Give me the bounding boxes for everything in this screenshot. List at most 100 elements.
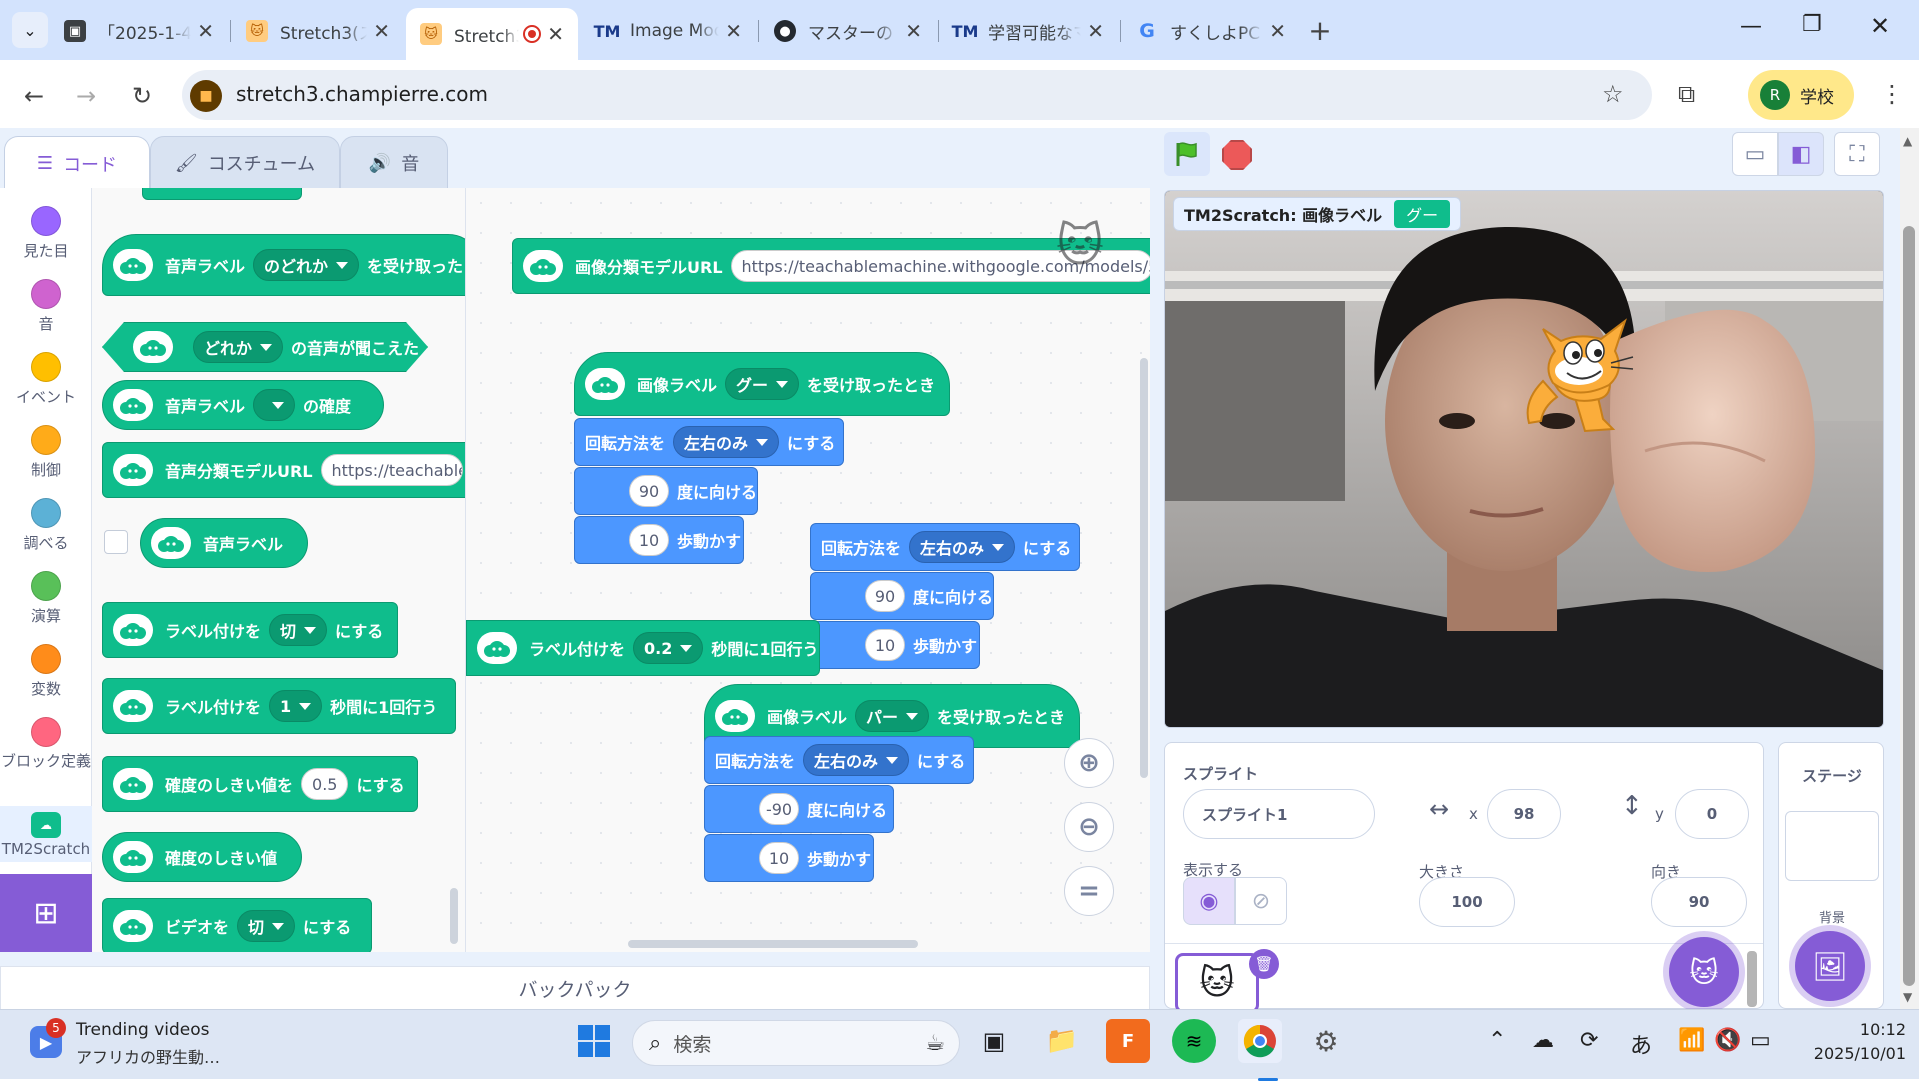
stage-thumbnail[interactable]	[1785, 811, 1879, 881]
tab-costumes[interactable]: 🖌 コスチューム	[150, 136, 340, 190]
spotify-icon[interactable]: ≋	[1172, 1019, 1216, 1063]
variable-monitor[interactable]: TM2Scratch: 画像ラベル グー	[1173, 197, 1462, 231]
hat-image-label-gu[interactable]: 画像ラベル グー を受け取ったとき	[574, 352, 950, 416]
block-image-model-url[interactable]: 画像分類モデルURL https://teachablemachine.withg…	[512, 238, 1150, 294]
menu-dots-icon[interactable]: ⋮	[1880, 80, 1904, 108]
browser-tab-active[interactable]: 🐱 Stretch3(ス ✕	[406, 8, 578, 60]
large-stage-icon[interactable]: ◧	[1778, 132, 1824, 176]
clock-date[interactable]: 2025/10/01	[1796, 1044, 1906, 1063]
browser-tab[interactable]: ▣ 「2025-1-4-総✕	[50, 10, 228, 52]
settings-gear-icon[interactable]: ⚙	[1304, 1019, 1348, 1063]
page-scroll-thumb[interactable]	[1903, 226, 1915, 986]
category-sensing[interactable]: 調べる	[0, 498, 92, 553]
green-flag-button[interactable]	[1164, 132, 1210, 176]
block-rotation-style[interactable]: 回転方法を 左右のみ にする	[704, 736, 974, 784]
add-extension-button[interactable]: ⊞	[0, 874, 92, 952]
stage-target-pane[interactable]: ステージ 背景 🖼	[1778, 742, 1884, 1009]
wifi-icon[interactable]: 📶	[1678, 1028, 1705, 1053]
close-tab-icon[interactable]: ✕	[547, 22, 564, 46]
back-icon[interactable]: ←	[16, 78, 52, 114]
clock-time[interactable]: 10:12	[1796, 1020, 1906, 1039]
backpack[interactable]: バックパック	[0, 966, 1150, 1010]
hide-eye-icon[interactable]: ⊘	[1235, 877, 1287, 925]
url-text[interactable]: stretch3.champierre.com	[236, 82, 488, 106]
close-tab-icon[interactable]: ✕	[1269, 19, 1286, 43]
category-variables[interactable]: 変数	[0, 644, 92, 699]
camera-in-use-icon[interactable]: ■	[190, 80, 222, 112]
palette-block-sound-confidence[interactable]: 音声ラベル の確度	[102, 380, 384, 430]
block-point-direction[interactable]: 90 度に向ける	[574, 467, 758, 515]
script-area[interactable]: 画像分類モデルURL https://teachablemachine.withg…	[466, 188, 1150, 952]
tab-sounds[interactable]: 🔊 音	[340, 136, 448, 190]
stop-icon[interactable]	[1222, 140, 1252, 170]
scratch-cat-sprite[interactable]	[1513, 311, 1643, 441]
block-labeling-interval[interactable]: ラベル付けを 0.2 秒間に1回行う	[466, 620, 820, 676]
block-rotation-style[interactable]: 回転方法を 左右のみ にする	[574, 418, 844, 466]
close-tab-icon[interactable]: ✕	[905, 19, 922, 43]
category-sound[interactable]: 音	[0, 279, 92, 334]
category-events[interactable]: イベント	[0, 352, 92, 407]
monitor-checkbox[interactable]	[104, 530, 128, 554]
category-tm2scratch[interactable]: ☁ TM2Scratch	[0, 806, 92, 862]
file-explorer-icon[interactable]: 📁	[1040, 1019, 1084, 1063]
task-view-icon[interactable]: ▣	[972, 1019, 1016, 1063]
block-move-steps[interactable]: 10 歩動かす	[810, 621, 980, 669]
fullscreen-icon[interactable]: ⛶	[1834, 132, 1880, 176]
block-rotation-style[interactable]: 回転方法を 左右のみ にする	[810, 523, 1080, 571]
browser-tab[interactable]: ● マスターの web/✕	[760, 10, 936, 52]
zoom-out-icon[interactable]: ⊖	[1064, 802, 1114, 852]
close-tab-icon[interactable]: ✕	[197, 19, 214, 43]
tray-chevron-icon[interactable]: ⌃	[1488, 1028, 1506, 1053]
extensions-icon[interactable]: ⧉	[1678, 80, 1695, 108]
block-move-steps[interactable]: 10 歩動かす	[704, 834, 874, 882]
browser-tab[interactable]: 🐱 Stretch3(ストレ✕	[232, 10, 404, 52]
zoom-in-icon[interactable]: ⊕	[1064, 738, 1114, 788]
chrome-icon[interactable]	[1238, 1019, 1282, 1063]
palette-block-threshold-set[interactable]: 確度のしきい値を 0.5 にする	[102, 756, 418, 812]
workspace-vscrollbar[interactable]	[1140, 358, 1148, 778]
battery-icon[interactable]: ▭	[1750, 1028, 1771, 1053]
forward-icon[interactable]: →	[68, 78, 104, 114]
size-input[interactable]: 100	[1419, 877, 1515, 927]
y-input[interactable]: 0	[1675, 789, 1749, 839]
ime-indicator[interactable]: あ	[1630, 1028, 1652, 1060]
delete-sprite-icon[interactable]: 🗑	[1249, 949, 1279, 979]
show-eye-icon[interactable]: ◉	[1183, 877, 1235, 925]
category-looks[interactable]: 見た目	[0, 206, 92, 261]
add-backdrop-icon[interactable]: 🖼	[1795, 931, 1865, 1001]
minimize-icon[interactable]: —	[1740, 14, 1762, 39]
palette-block-sound-label-hat[interactable]: 音声ラベル のどれか を受け取った	[102, 234, 465, 296]
workspace-hscrollbar[interactable]	[628, 940, 918, 948]
palette-block-sound-model-url[interactable]: 音声分類モデルURLhttps://teachablem	[102, 442, 465, 498]
palette-block-labeling-interval[interactable]: ラベル付けを 1 秒間に1回行う	[102, 678, 456, 734]
palette-block-sound-heard[interactable]: どれか の音声が聞こえた	[102, 322, 428, 372]
x-input[interactable]: 98	[1487, 789, 1561, 839]
scroll-up-icon[interactable]: ▲	[1903, 134, 1912, 148]
sprite-name-input[interactable]: スプライト1	[1183, 789, 1375, 839]
palette-block-sound-label-reporter[interactable]: 音声ラベル	[140, 518, 308, 568]
palette-block-partial[interactable]	[142, 188, 302, 200]
close-window-icon[interactable]: ✕	[1870, 12, 1890, 40]
sprite-list-scrollbar[interactable]	[1747, 951, 1757, 1007]
palette-scrollbar[interactable]	[450, 888, 458, 944]
mute-icon[interactable]: 🔇	[1714, 1028, 1741, 1053]
restore-icon[interactable]: ❐	[1802, 12, 1822, 37]
new-tab-icon[interactable]: +	[1302, 12, 1338, 48]
profile-button[interactable]: R 学校	[1748, 70, 1854, 120]
add-sprite-icon[interactable]: 🐱	[1669, 937, 1739, 1007]
bookmark-star-icon[interactable]: ☆	[1602, 80, 1624, 108]
sprite-thumbnail[interactable]: 🐱	[1175, 953, 1259, 1013]
taskbar-search[interactable]: ⌕ 検索 ☕	[632, 1020, 960, 1066]
zoom-reset-icon[interactable]: =	[1064, 866, 1114, 916]
browser-tab[interactable]: TM 学習可能なマ ✕	[940, 10, 1118, 52]
windows-start-icon[interactable]	[572, 1019, 616, 1063]
close-tab-icon[interactable]: ✕	[1087, 19, 1104, 43]
news-subtitle[interactable]: アフリカの野生動…	[76, 1044, 220, 1068]
category-control[interactable]: 制御	[0, 425, 92, 480]
block-move-steps[interactable]: 10 歩動かす	[574, 516, 744, 564]
onedrive-icon[interactable]: ☁	[1532, 1028, 1554, 1053]
tab-code[interactable]: ☰ コード	[4, 136, 150, 190]
fusion-app-icon[interactable]: F	[1106, 1019, 1150, 1063]
palette-block-video-toggle[interactable]: ビデオを切にする	[102, 898, 372, 952]
palette-block-threshold-reporter[interactable]: 確度のしきい値	[102, 832, 302, 882]
